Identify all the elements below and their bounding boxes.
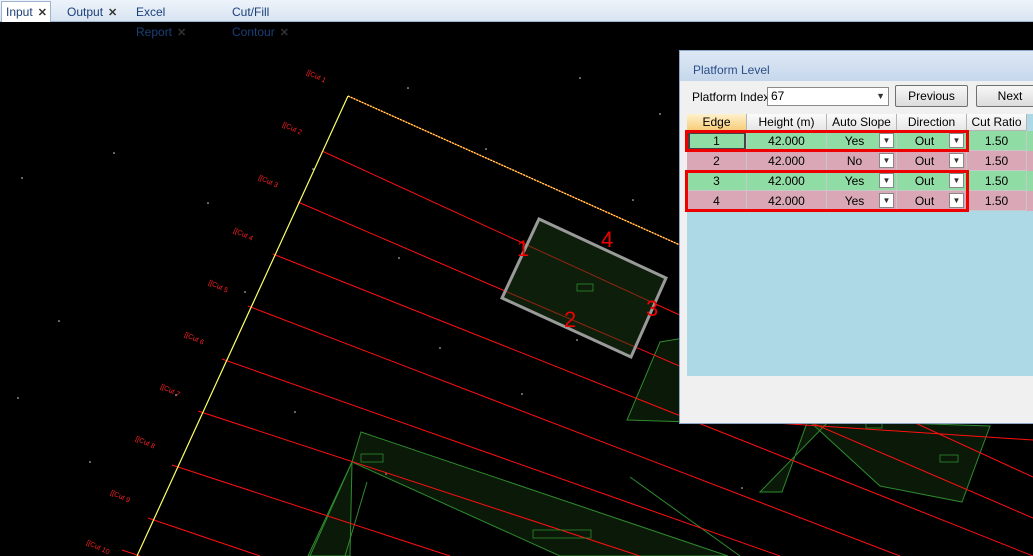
- tab-label: Input: [6, 5, 33, 19]
- alignment-top-line: [347, 95, 701, 255]
- chevron-down-icon[interactable]: ▼: [879, 153, 894, 168]
- direction-cell[interactable]: Out ▼: [897, 151, 967, 171]
- highlight-box-rows-3-4: [685, 170, 969, 212]
- tab-label: Output: [67, 5, 104, 19]
- tab-cut-fill-contour[interactable]: Cut/Fill Contour ✕: [228, 2, 333, 39]
- document-tab-bar: Input ✕ Output ✕ Excel Report ✕ Cut/Fill Co…: [0, 0, 1033, 39]
- chevron-down-icon[interactable]: ▼: [949, 153, 964, 168]
- column-header-cut-ratio[interactable]: Cut Ratio: [967, 114, 1027, 131]
- chevron-down-icon: ▼: [876, 91, 885, 101]
- platform-index-label: Platform Index: [692, 90, 770, 104]
- section-label: [[Cut 3: [257, 174, 279, 189]
- auto-slope-cell[interactable]: No ▼: [827, 151, 897, 171]
- section-label: [[Cut 4: [232, 227, 254, 242]
- edge-marker-2: 2: [564, 307, 577, 332]
- auto-slope-value: No: [846, 154, 863, 168]
- previous-button[interactable]: Previous: [895, 85, 968, 107]
- height-cell[interactable]: 42.000: [747, 151, 827, 171]
- section-label: [[Cut 6: [183, 331, 205, 346]
- section-label: [[Cut 7: [159, 383, 181, 398]
- column-header-direction[interactable]: Direction: [897, 114, 967, 131]
- dialog-title-bar[interactable]: Platform Level: [680, 51, 1033, 81]
- cut-ratio-cell[interactable]: 1.50: [967, 191, 1027, 211]
- platform-level-dialog: Platform Level Platform Index 67 ▼ Previ…: [679, 50, 1033, 424]
- edge-marker-4: 4: [601, 227, 614, 252]
- direction-value: Out: [914, 154, 935, 168]
- column-header-auto-slope[interactable]: Auto Slope: [827, 114, 897, 131]
- cut-ratio-cell[interactable]: 1.50: [967, 151, 1027, 171]
- section-label: [[Cut 5: [207, 279, 229, 294]
- edge-cell[interactable]: 2: [687, 151, 747, 171]
- next-button[interactable]: Next: [976, 85, 1033, 107]
- section-label: [[Cut 1: [305, 69, 327, 84]
- edge-marker-1: 1: [517, 236, 530, 261]
- platform-index-value: 67: [771, 89, 785, 103]
- platform-index-select[interactable]: 67 ▼: [767, 87, 889, 106]
- column-header-height[interactable]: Height (m): [747, 114, 827, 131]
- close-icon[interactable]: ✕: [108, 7, 117, 19]
- alignment-line: [136, 95, 349, 556]
- edge-grid: Edge Height (m) Auto Slope Direction Cut…: [685, 114, 1033, 376]
- column-header-edge[interactable]: Edge: [687, 114, 747, 131]
- table-row[interactable]: 2 42.000 No ▼ Out ▼ 1.50: [687, 151, 1033, 171]
- dialog-footer: [687, 376, 1033, 418]
- section-label: [[Cut 10: [85, 539, 110, 556]
- cut-ratio-cell[interactable]: 1.50: [967, 171, 1027, 191]
- section-label: [[Cut 9: [109, 489, 131, 504]
- section-label: [[Cut 8: [134, 435, 156, 450]
- tab-output[interactable]: Output ✕: [63, 2, 123, 22]
- close-icon[interactable]: ✕: [38, 7, 47, 19]
- section-label: [[Cut 2: [281, 121, 303, 136]
- highlight-box-row-1: [685, 130, 969, 152]
- cut-ratio-cell[interactable]: 1.50: [967, 131, 1027, 151]
- tab-excel-report[interactable]: Excel Report ✕: [132, 2, 222, 39]
- tab-input[interactable]: Input ✕: [1, 1, 51, 22]
- edge-marker-3: 3: [646, 296, 659, 321]
- dialog-title: Platform Level: [693, 63, 770, 77]
